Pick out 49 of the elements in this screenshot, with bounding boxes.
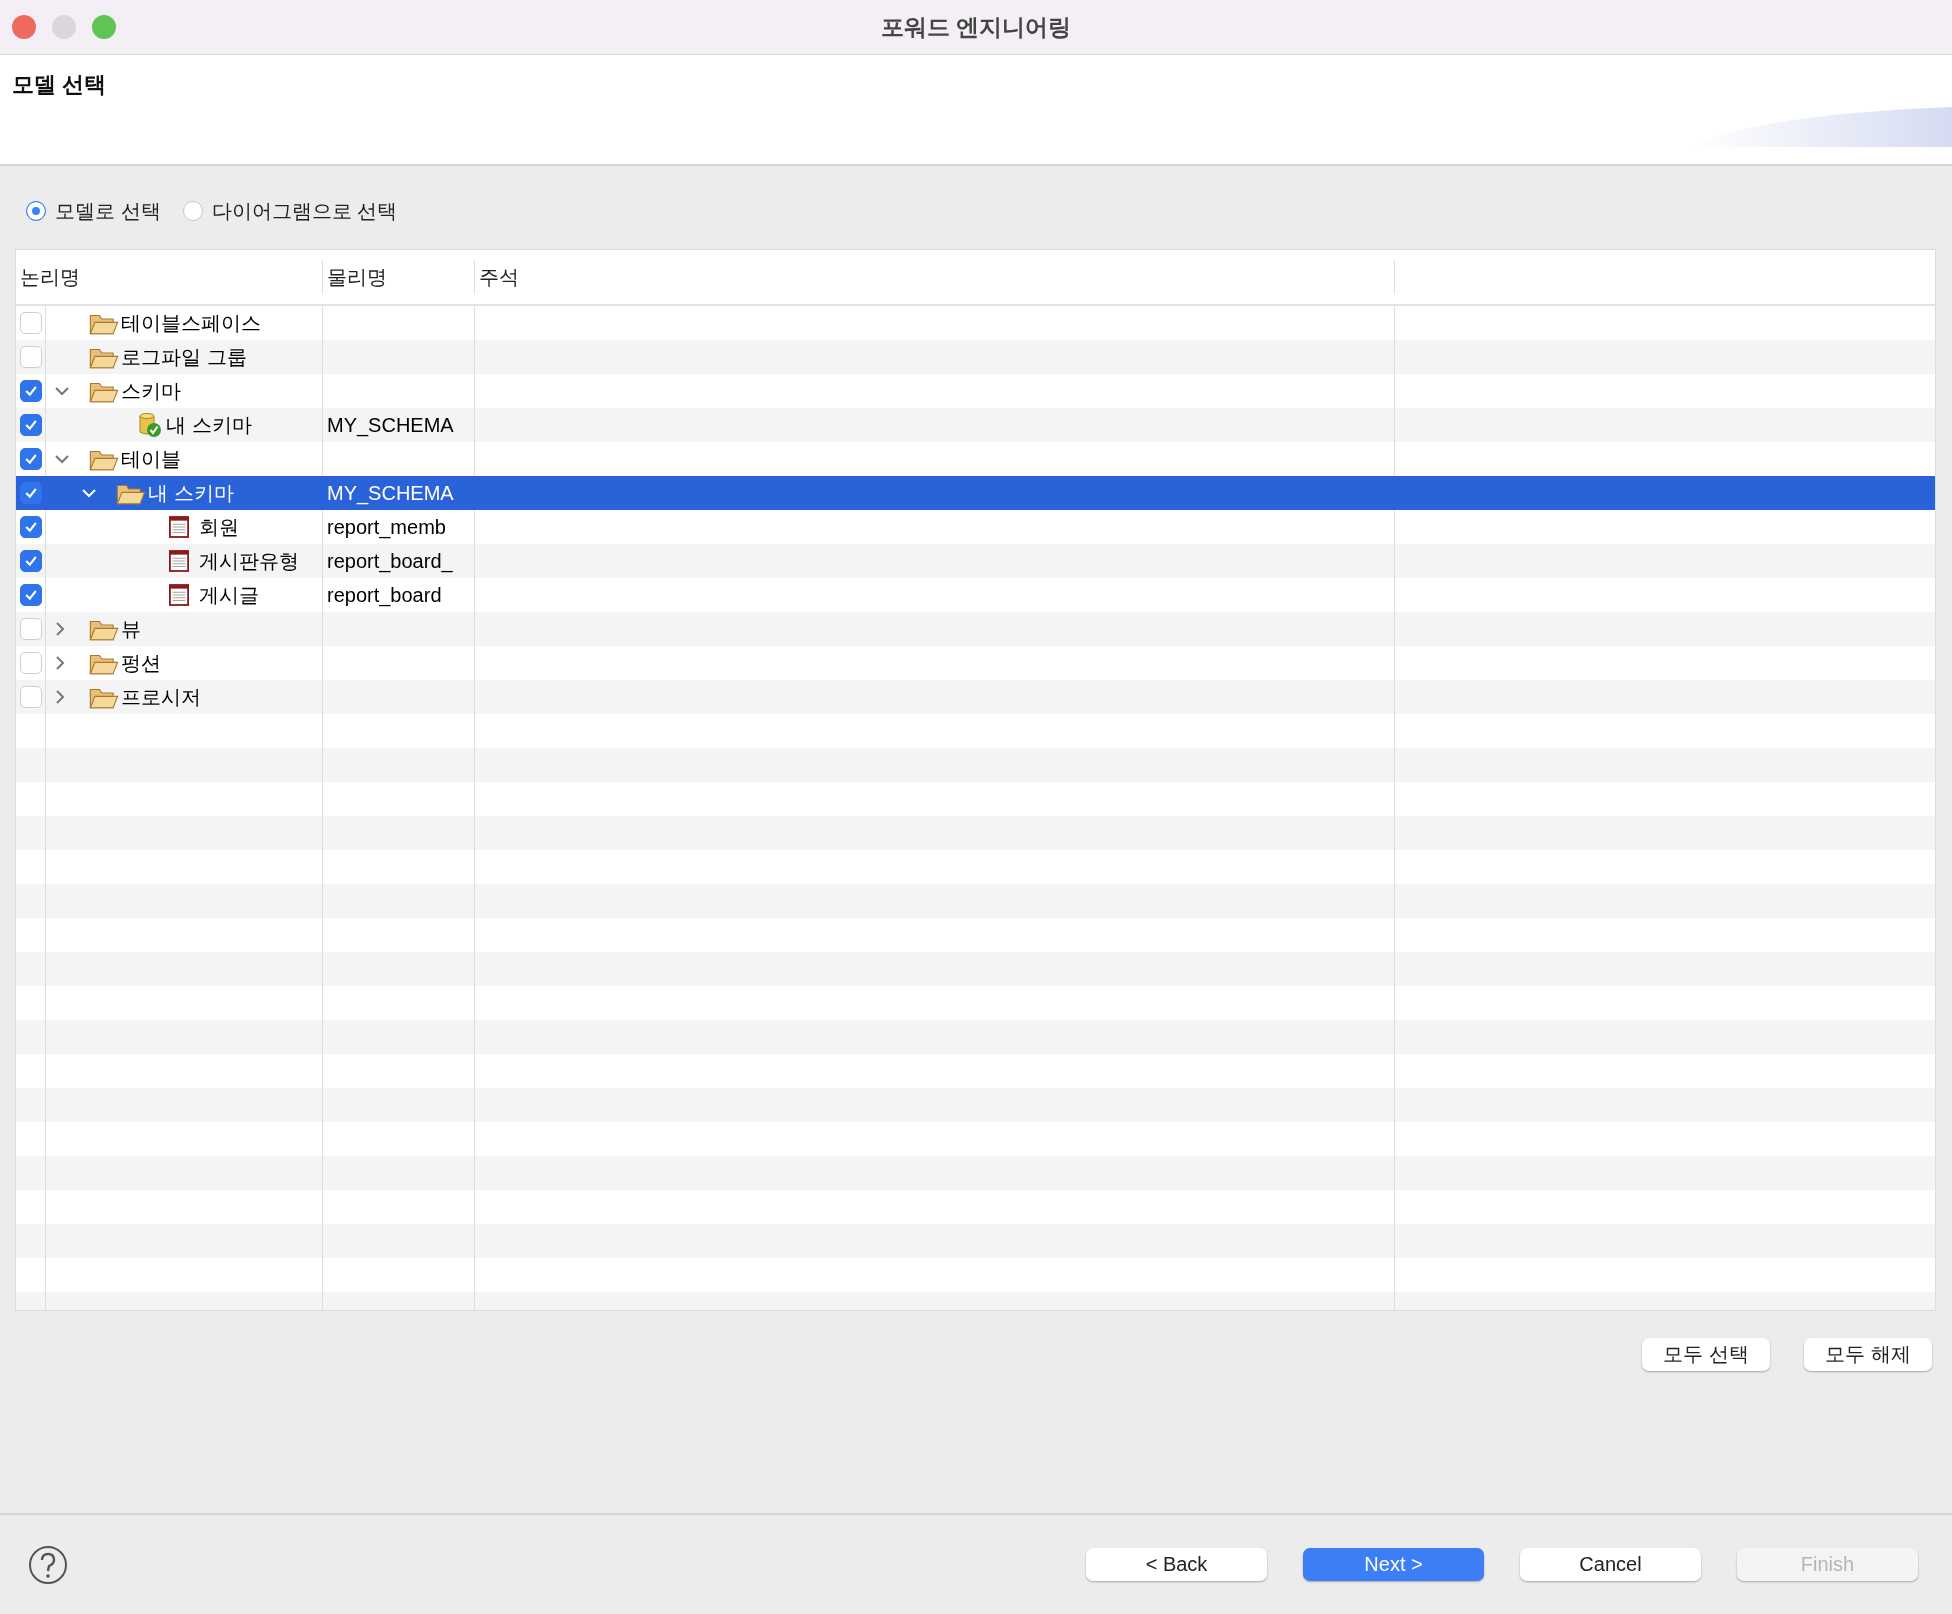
tree-item-label[interactable]: 테이블스페이스 — [121, 309, 261, 337]
radio-option[interactable]: 다이어그램으로 선택 — [182, 197, 398, 225]
tree-item-label[interactable]: 게시글 — [199, 581, 259, 609]
physical-name: MY_SCHEMA — [327, 413, 454, 437]
help-icon[interactable] — [28, 1544, 68, 1585]
wizard-button[interactable]: < Back — [1086, 1548, 1267, 1581]
tree-item-label[interactable]: 테이블 — [121, 445, 181, 473]
tree-row[interactable]: 뷰 — [16, 612, 1935, 646]
tree-item-label[interactable]: 로그파일 그룹 — [121, 343, 247, 371]
physical-name: report_memb — [327, 515, 446, 539]
tree-item-label[interactable]: 게시판유형 — [199, 547, 299, 575]
tree-item-label[interactable]: 프로시저 — [121, 683, 201, 711]
tree-row[interactable]: 게시판유형 report_board_ — [16, 544, 1935, 578]
wizard-button: Finish — [1737, 1548, 1918, 1581]
table-icon — [169, 550, 189, 572]
checkbox[interactable] — [19, 550, 42, 572]
table-icon — [169, 516, 189, 538]
checkbox[interactable] — [19, 584, 42, 606]
checkbox[interactable] — [19, 414, 42, 436]
checkbox[interactable] — [19, 380, 42, 402]
physical-name: MY_SCHEMA — [327, 481, 454, 505]
tree-row[interactable]: 로그파일 그룹 — [16, 340, 1935, 374]
tree-item-label[interactable]: 내 스키마 — [148, 479, 234, 507]
table-icon — [169, 584, 189, 606]
column-header[interactable]: 주석 — [479, 263, 519, 291]
physical-name: report_board_ — [327, 549, 453, 573]
wizard-button[interactable]: Cancel — [1520, 1548, 1701, 1581]
tree-item-label[interactable]: 내 스키마 — [166, 411, 252, 439]
column-header[interactable]: 논리명 — [20, 263, 80, 291]
close-button[interactable] — [12, 15, 36, 39]
tree-action-button[interactable]: 모두 해제 — [1804, 1338, 1932, 1371]
physical-name: report_board — [327, 583, 442, 607]
tree-item-label[interactable]: 회원 — [199, 513, 239, 541]
checkbox[interactable] — [19, 482, 42, 504]
wizard-button[interactable]: Next > — [1303, 1548, 1484, 1581]
tree-item-label[interactable]: 뷰 — [121, 615, 141, 643]
tree-row[interactable]: 내 스키마 MY_SCHEMA — [16, 408, 1935, 442]
checkbox[interactable] — [19, 448, 42, 470]
page-title: 모델 선택 — [12, 71, 107, 99]
database-check-icon — [138, 412, 164, 438]
tree-item-label[interactable]: 스키마 — [121, 377, 181, 405]
radio-option[interactable]: 모델로 선택 — [26, 197, 161, 225]
column-header[interactable]: 물리명 — [327, 263, 387, 291]
tree-row[interactable]: 프로시저 — [16, 680, 1935, 714]
window-title: 포워드 엔지니어링 — [880, 12, 1072, 42]
selected-row[interactable]: 내 스키마 MY_SCHEMA — [16, 476, 1935, 510]
tree-item-label[interactable]: 펑션 — [121, 649, 161, 677]
tree-action-button[interactable]: 모두 선택 — [1642, 1338, 1770, 1371]
checkbox[interactable] — [19, 516, 42, 538]
